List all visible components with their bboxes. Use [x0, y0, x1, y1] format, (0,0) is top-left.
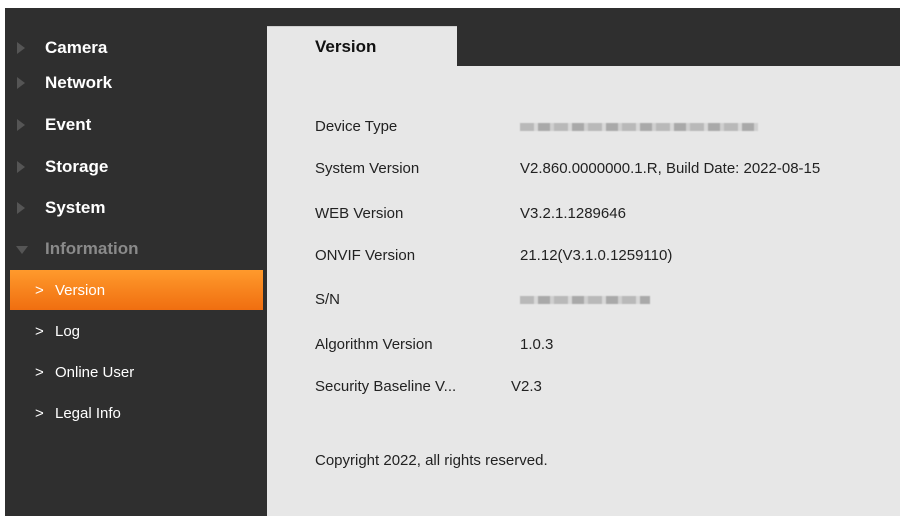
sidebar-item-camera[interactable]: Camera	[5, 28, 267, 68]
sidebar-item-event[interactable]: Event	[5, 105, 267, 145]
sn-label: S/N	[315, 290, 341, 308]
sidebar-item-storage[interactable]: Storage	[5, 147, 267, 187]
caret-right-icon	[17, 161, 25, 173]
sidebar-subitem-label: Log	[55, 322, 81, 340]
copyright-text: Copyright 2022, all rights reserved.	[315, 452, 548, 469]
sidebar-subitem-label: Online User	[55, 363, 135, 381]
caret-right-icon	[17, 42, 25, 54]
device-type-label: Device Type	[315, 117, 398, 135]
sidebar-subitem-online-user[interactable]: > Online User	[5, 352, 267, 392]
sidebar-item-information[interactable]: Information	[5, 229, 267, 269]
sidebar-subitem-log[interactable]: > Log	[5, 311, 267, 351]
caret-right-icon	[17, 77, 25, 89]
chevron-right-icon: >	[35, 281, 44, 299]
algorithm-version-value: 1.0.3	[520, 335, 554, 353]
redacted-value	[520, 122, 758, 131]
sidebar-item-label: Network	[45, 73, 113, 92]
app-frame: Camera Network Event Storage System Info…	[5, 8, 900, 516]
sidebar-subitem-label: Legal Info	[55, 404, 121, 422]
caret-right-icon	[17, 119, 25, 131]
sidebar-item-label: Camera	[45, 38, 108, 57]
version-panel: Device Type System Version V2.860.000000…	[267, 66, 900, 516]
redacted-value	[520, 295, 650, 304]
sidebar-item-label: Event	[45, 115, 92, 134]
system-version-value: V2.860.0000000.1.R, Build Date: 2022-08-…	[520, 159, 821, 177]
chevron-right-icon: >	[35, 404, 44, 422]
sidebar-item-label: Information	[45, 239, 139, 258]
sidebar: Camera Network Event Storage System Info…	[5, 28, 267, 433]
caret-right-icon	[17, 202, 25, 214]
sidebar-subitem-label: Version	[55, 281, 106, 299]
sidebar-subitem-legal-info[interactable]: > Legal Info	[5, 393, 267, 433]
onvif-version-label: ONVIF Version	[315, 246, 416, 264]
web-version-label: WEB Version	[315, 204, 404, 222]
sn-value	[520, 291, 650, 308]
caret-down-icon	[16, 246, 28, 254]
device-type-value	[520, 118, 758, 135]
algorithm-version-label: Algorithm Version	[315, 335, 433, 353]
tab-version[interactable]: Version	[267, 26, 457, 67]
web-version-value: V3.2.1.1289646	[520, 204, 626, 222]
system-version-label: System Version	[315, 159, 420, 177]
sidebar-item-system[interactable]: System	[5, 188, 267, 228]
sidebar-subitem-version[interactable]: > Version	[10, 270, 263, 310]
sidebar-item-label: System	[45, 198, 106, 217]
security-baseline-value: V2.3	[511, 377, 542, 395]
onvif-version-value: 21.12(V3.1.0.1259110)	[520, 246, 673, 264]
security-baseline-label: Security Baseline V...	[315, 377, 457, 395]
tab-label: Version	[315, 37, 377, 56]
sidebar-item-label: Storage	[45, 157, 109, 176]
chevron-right-icon: >	[35, 322, 44, 340]
chevron-right-icon: >	[35, 363, 44, 381]
sidebar-item-network[interactable]: Network	[5, 63, 267, 103]
